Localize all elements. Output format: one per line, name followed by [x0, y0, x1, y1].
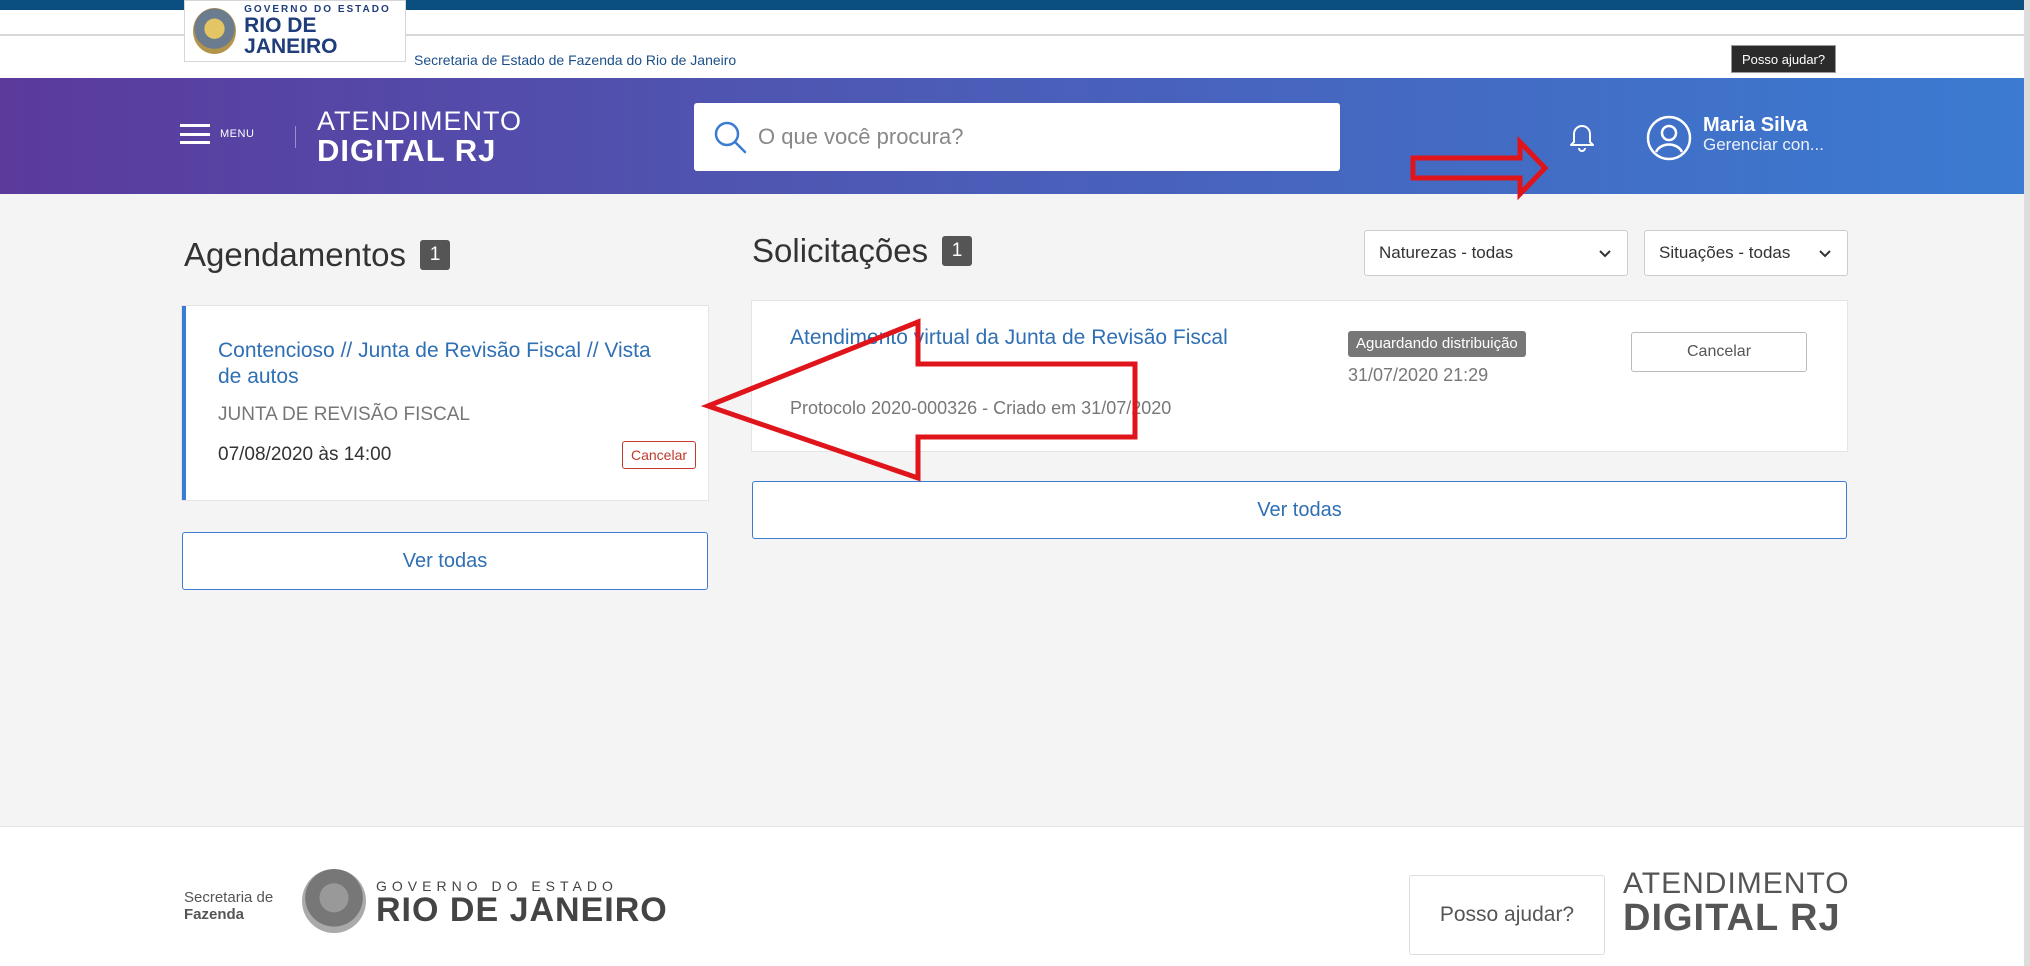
agendamento-org: JUNTA DE REVISÃO FISCAL [218, 404, 470, 425]
app-header: MENU ATENDIMENTO DIGITAL RJ O que você p… [0, 78, 2030, 194]
brand-line2: DIGITAL RJ [317, 133, 497, 168]
footer-secretaria-line1: Secretaria de [184, 889, 274, 906]
user-name: Maria Silva [1703, 114, 1808, 136]
solicitacoes-see-all-button[interactable]: Ver todas [752, 481, 1847, 539]
hamburger-icon [180, 124, 210, 144]
footer-brand-logo: ATENDIMENTO DIGITAL RJ [1623, 867, 1850, 939]
naturezas-select[interactable]: Naturezas - todas [1364, 230, 1628, 276]
situacoes-select[interactable]: Situações - todas [1644, 230, 1848, 276]
search-input[interactable]: O que você procura? [758, 124, 963, 150]
agendamento-title-link[interactable]: Contencioso // Junta de Revisão Fiscal /… [218, 338, 658, 390]
search-bar[interactable]: O que você procura? [694, 103, 1340, 171]
solicitacao-title-link[interactable]: Atendimento virtual da Junta de Revisão … [790, 325, 1260, 352]
agendamento-cancel-button[interactable]: Cancelar [622, 441, 697, 469]
footer: Secretaria de Fazenda GOVERNO DO ESTADO … [0, 826, 2030, 966]
chevron-down-icon [1819, 250, 1831, 258]
notification-bell-icon[interactable] [1566, 120, 1598, 154]
footer-brand-line2: DIGITAL RJ [1623, 897, 1841, 939]
gov-top-bar: GOVERNO DO ESTADO RIO DE JANEIRO Secreta… [0, 0, 2030, 78]
naturezas-select-value: Naturezas - todas [1379, 243, 1514, 262]
footer-gov-big: RIO DE JANEIRO [376, 891, 668, 929]
footer-secretaria-line2: Fazenda [184, 906, 245, 924]
brand-line1: ATENDIMENTO [317, 106, 523, 136]
solicitacao-cancel-button[interactable]: Cancelar [1631, 332, 1807, 372]
footer-brand-line1: ATENDIMENTO [1623, 867, 1850, 900]
search-icon [714, 121, 747, 154]
status-badge: Aguardando distribuição [1348, 331, 1526, 357]
solicitacao-date: 31/07/2020 21:29 [1348, 365, 1489, 385]
gov-logo-big: RIO DE JANEIRO [244, 14, 338, 58]
agendamento-card: Contencioso // Junta de Revisão Fiscal /… [182, 306, 708, 500]
footer-help-button[interactable]: Posso ajudar? [1409, 875, 1605, 955]
situacoes-select-value: Situações - todas [1659, 243, 1791, 262]
agendamentos-heading: Agendamentos 1 [184, 236, 450, 274]
agendamento-datetime: 07/08/2020 às 14:00 [218, 444, 392, 465]
user-menu[interactable]: Maria Silva Gerenciar con... [1703, 114, 1824, 155]
secretaria-link[interactable]: Secretaria de Estado de Fazenda do Rio d… [414, 52, 736, 68]
page-scrollbar[interactable] [2024, 0, 2030, 966]
rj-seal-icon [193, 8, 237, 54]
solicitacoes-count-badge: 1 [942, 236, 973, 266]
menu-button[interactable]: MENU [180, 124, 254, 144]
solicitacao-card: Atendimento virtual da Junta de Revisão … [752, 301, 1847, 451]
footer-secretaria: Secretaria de Fazenda [184, 889, 273, 924]
user-manage-account: Gerenciar con... [1703, 135, 1824, 154]
agendamentos-count-badge: 1 [420, 240, 450, 270]
brand-logo[interactable]: ATENDIMENTO DIGITAL RJ [317, 106, 523, 168]
solicitacao-protocol: Protocolo 2020-000326 - Criado em 31/07/… [790, 398, 1172, 418]
solicitacoes-title: Solicitações [752, 232, 929, 269]
menu-label: MENU [220, 128, 255, 140]
gov-rj-logo[interactable]: GOVERNO DO ESTADO RIO DE JANEIRO [184, 0, 406, 62]
agendamentos-title: Agendamentos [184, 236, 406, 273]
agendamentos-see-all-button[interactable]: Ver todas [182, 532, 708, 590]
user-avatar-icon[interactable] [1645, 114, 1693, 162]
header-divider [295, 126, 296, 148]
footer-gov-logo: GOVERNO DO ESTADO RIO DE JANEIRO [376, 879, 668, 927]
solicitacoes-heading: Solicitações 1 [752, 232, 973, 270]
footer-rj-seal-icon [302, 869, 366, 933]
help-button-top[interactable]: Posso ajudar? [1731, 45, 1837, 73]
chevron-down-icon [1599, 250, 1611, 258]
